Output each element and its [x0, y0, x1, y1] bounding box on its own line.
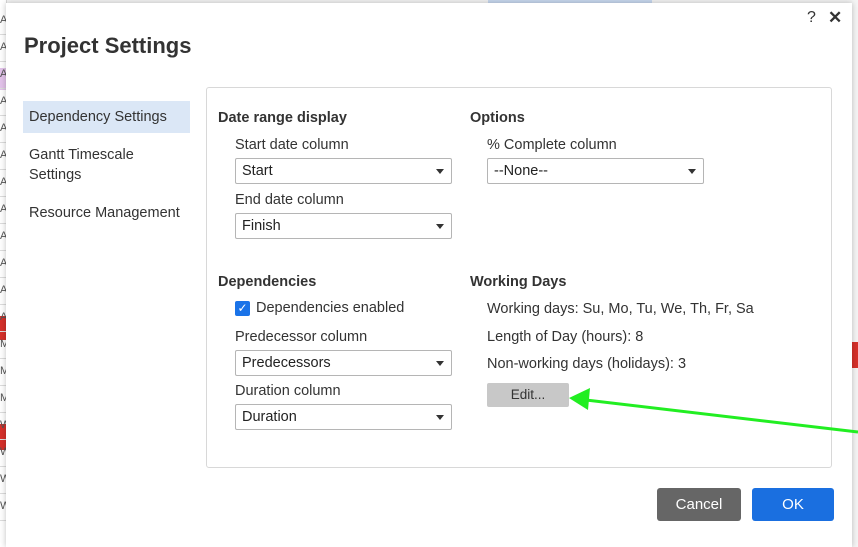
settings-nav: Dependency Settings Gantt Timescale Sett…	[23, 101, 190, 235]
project-settings-dialog: Project Settings ? ✕ Dependency Settings…	[6, 3, 852, 547]
close-icon[interactable]: ✕	[828, 8, 842, 28]
dependencies-enabled-checkbox[interactable]: ✓	[235, 301, 250, 316]
predecessor-column-select[interactable]: Predecessors	[235, 350, 452, 376]
settings-panel: Date range display Start date column Sta…	[206, 87, 832, 468]
dialog-title: Project Settings	[24, 33, 192, 58]
complete-column-label: % Complete column	[487, 137, 617, 153]
ok-button[interactable]: OK	[752, 488, 834, 521]
day-length-text: Length of Day (hours): 8	[487, 329, 644, 345]
start-date-value: Start	[242, 163, 273, 179]
complete-column-select[interactable]: --None--	[487, 158, 704, 184]
nav-item-resource-management[interactable]: Resource Management	[23, 197, 190, 229]
working-days-title: Working Days	[470, 274, 567, 290]
duration-column-label: Duration column	[235, 383, 341, 399]
cancel-button[interactable]: Cancel	[657, 488, 741, 521]
end-date-label: End date column	[235, 192, 344, 208]
duration-column-select[interactable]: Duration	[235, 404, 452, 430]
chevron-down-icon	[436, 169, 444, 174]
background-right-column	[852, 0, 858, 547]
nav-item-dependency-settings[interactable]: Dependency Settings	[23, 101, 190, 133]
dependencies-title: Dependencies	[218, 274, 317, 290]
chevron-down-icon	[436, 415, 444, 420]
end-date-select[interactable]: Finish	[235, 213, 452, 239]
predecessor-column-value: Predecessors	[242, 355, 331, 371]
chevron-down-icon	[436, 361, 444, 366]
working-days-text: Working days: Su, Mo, Tu, We, Th, Fr, Sa	[487, 301, 754, 317]
duration-column-value: Duration	[242, 409, 297, 425]
complete-column-value: --None--	[494, 163, 548, 179]
chevron-down-icon	[436, 224, 444, 229]
edit-working-days-button[interactable]: Edit...	[487, 383, 569, 407]
start-date-label: Start date column	[235, 137, 349, 153]
date-range-title: Date range display	[218, 110, 347, 126]
options-title: Options	[470, 110, 525, 126]
holidays-text: Non-working days (holidays): 3	[487, 356, 687, 372]
end-date-value: Finish	[242, 218, 281, 234]
background-red-cell	[852, 342, 858, 368]
nav-item-gantt-timescale-settings[interactable]: Gantt Timescale Settings	[23, 139, 155, 191]
dependencies-enabled-label: Dependencies enabled	[256, 300, 405, 316]
chevron-down-icon	[688, 169, 696, 174]
help-icon[interactable]: ?	[807, 9, 816, 27]
predecessor-column-label: Predecessor column	[235, 329, 368, 345]
start-date-select[interactable]: Start	[235, 158, 452, 184]
